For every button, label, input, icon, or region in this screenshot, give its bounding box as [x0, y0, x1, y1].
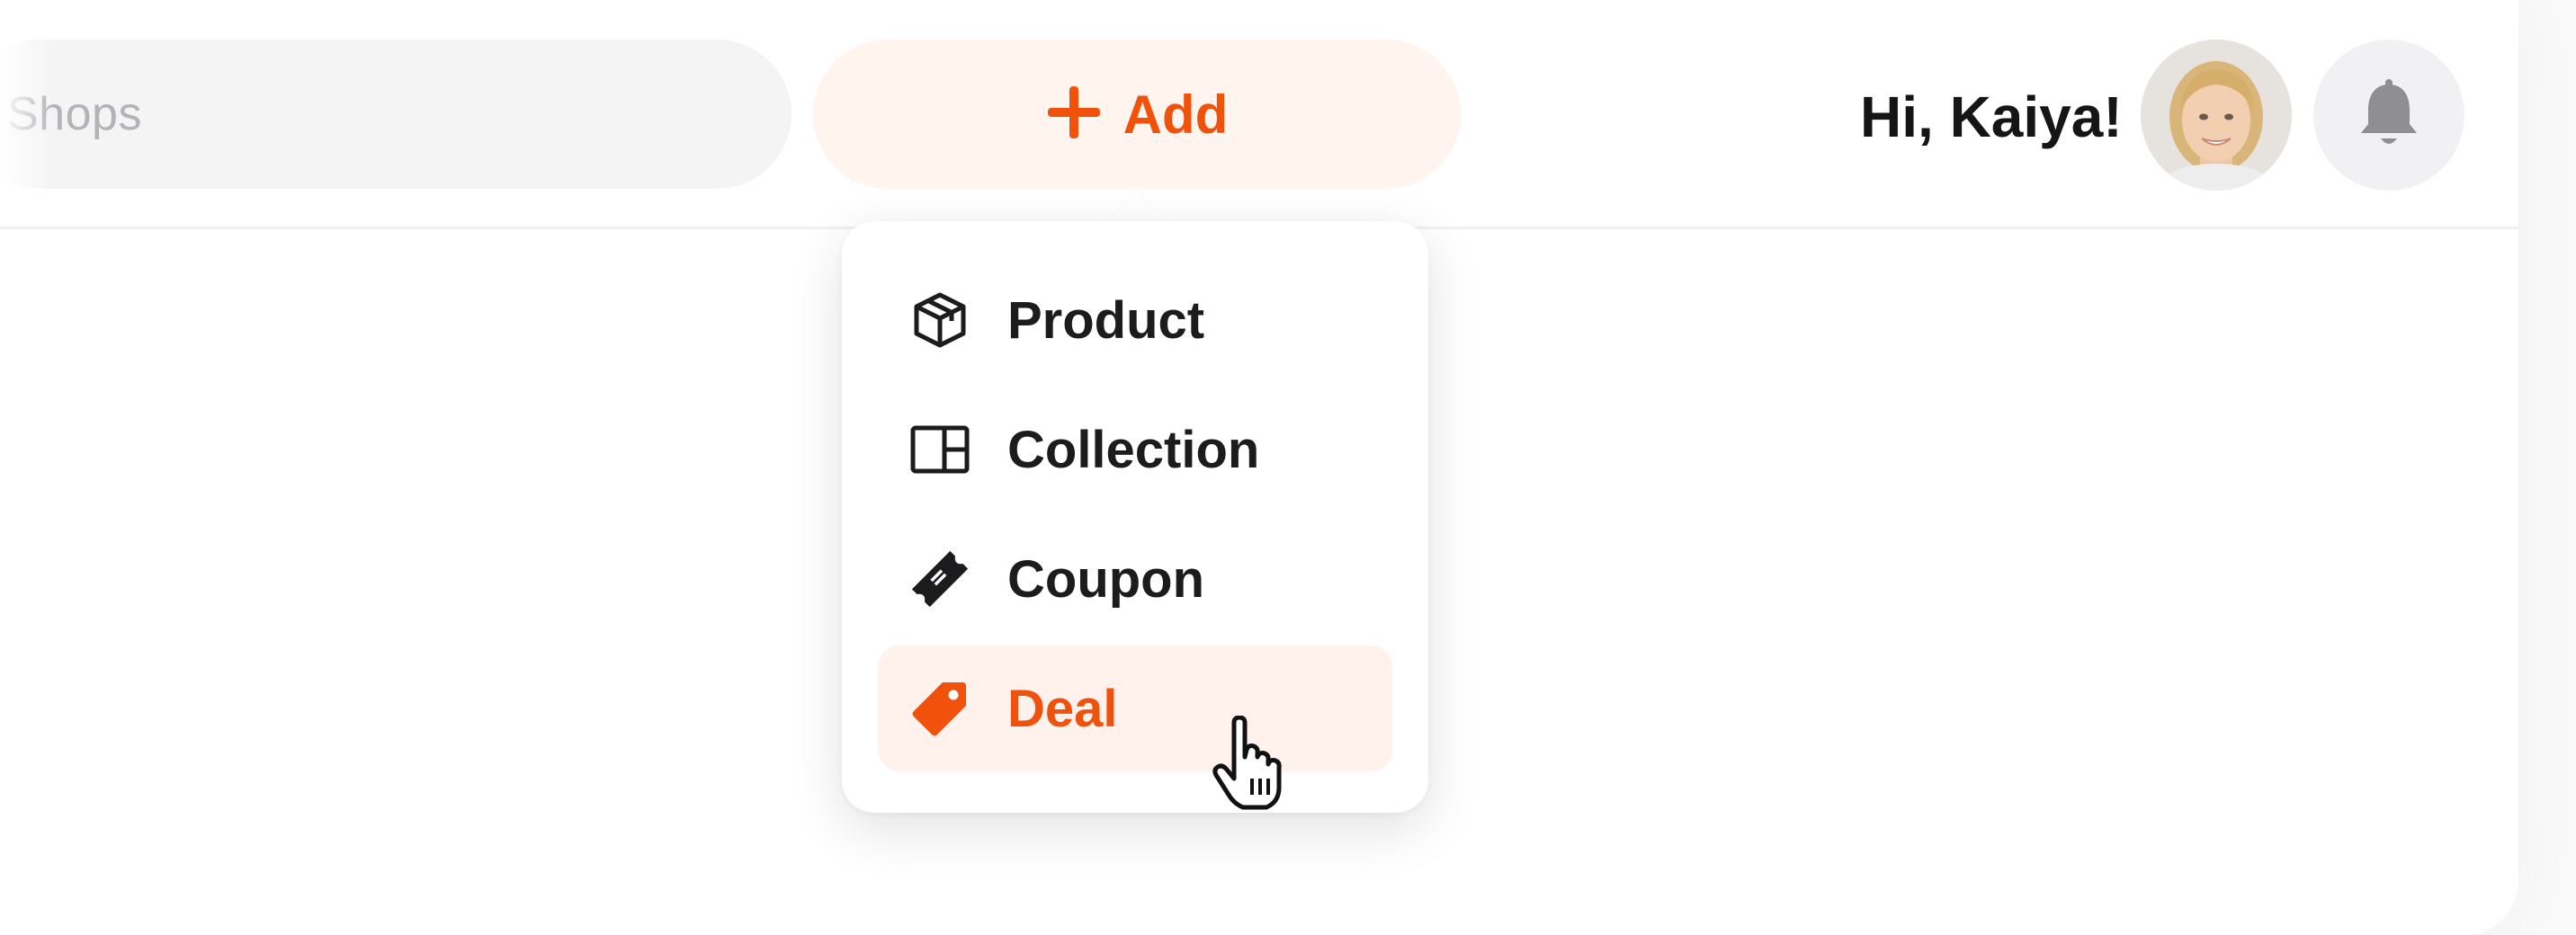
- greeting-text: Hi, Kaiya!: [1860, 85, 2123, 149]
- menu-item-label: Coupon: [1007, 549, 1205, 609]
- menu-item-product[interactable]: Product: [878, 257, 1392, 383]
- menu-item-collection[interactable]: Collection: [878, 387, 1392, 512]
- add-button[interactable]: Add: [813, 40, 1461, 189]
- menu-item-label: Product: [1007, 290, 1205, 350]
- collection-icon: [908, 418, 971, 481]
- add-button-label: Add: [1123, 84, 1229, 145]
- avatar[interactable]: [2141, 40, 2292, 191]
- ticket-icon: [908, 548, 971, 610]
- notifications-button[interactable]: [2313, 40, 2464, 191]
- menu-item-label: Collection: [1007, 420, 1260, 479]
- search-input[interactable]: Shops: [0, 40, 792, 189]
- menu-item-label: Deal: [1007, 679, 1118, 738]
- search-fade: [0, 40, 54, 189]
- bell-icon: [2357, 77, 2420, 154]
- box-icon: [908, 289, 971, 352]
- plus-icon: [1046, 85, 1102, 145]
- menu-item-coupon[interactable]: Coupon: [878, 516, 1392, 642]
- app-stage: Shops Add Hi, Kaiya! Product Collection …: [0, 0, 2576, 935]
- menu-item-deal[interactable]: Deal: [878, 646, 1392, 771]
- tag-icon: [908, 677, 971, 740]
- hand-cursor-icon: [1211, 715, 1288, 811]
- add-menu: Product Collection Coupon Deal: [842, 221, 1428, 813]
